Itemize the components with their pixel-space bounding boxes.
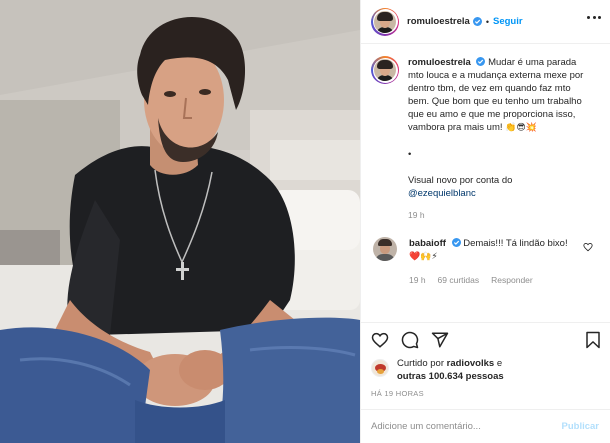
comment-body: Demais!!! Tá lindão bixo! bbox=[463, 238, 568, 249]
share-icon[interactable] bbox=[431, 331, 449, 349]
caption: romuloestrela Mudar é uma parada mto lou… bbox=[371, 56, 601, 222]
caption-time[interactable]: 19 h bbox=[408, 209, 594, 222]
likes-others[interactable]: outras 100.634 pessoas bbox=[397, 371, 504, 382]
comment-item: babaioff Demais!!! Tá lindão bixo! ❤️🙌⚡ … bbox=[371, 237, 601, 287]
bookmark-icon[interactable] bbox=[585, 331, 601, 349]
publish-button[interactable]: Publicar bbox=[562, 421, 600, 432]
instagram-post: romuloestrela • Seguir romuloestrela Mud… bbox=[0, 0, 610, 443]
comments-section: romuloestrela Mudar é uma parada mto lou… bbox=[361, 44, 610, 322]
caption-text: romuloestrela Mudar é uma parada mto lou… bbox=[408, 56, 594, 222]
post-image bbox=[0, 0, 360, 443]
comment-time[interactable]: 19 h bbox=[409, 274, 426, 287]
comment-meta: 19 h 69 curtidas Responder bbox=[409, 274, 569, 287]
post-photo[interactable] bbox=[0, 0, 360, 443]
commenter-avatar[interactable] bbox=[373, 237, 397, 261]
comment-input[interactable] bbox=[371, 421, 551, 432]
comment-text: babaioff Demais!!! Tá lindão bixo! ❤️🙌⚡ … bbox=[409, 237, 569, 287]
verified-badge-icon bbox=[472, 17, 482, 26]
likes-conjunction: e bbox=[496, 358, 503, 369]
caption-author-avatar[interactable] bbox=[371, 56, 399, 84]
comment-like-heart-icon[interactable] bbox=[583, 242, 593, 252]
verified-badge-icon bbox=[476, 57, 486, 66]
heart-icon[interactable] bbox=[371, 331, 389, 349]
post-panel: romuloestrela • Seguir romuloestrela Mud… bbox=[360, 0, 610, 443]
caption-mention[interactable]: @ezequielblanc bbox=[408, 187, 594, 200]
separator-dot: • bbox=[485, 16, 489, 27]
post-header: romuloestrela • Seguir bbox=[361, 0, 610, 44]
action-bar bbox=[371, 323, 601, 357]
reply-button[interactable]: Responder bbox=[491, 274, 533, 287]
caption-bullet: • bbox=[408, 149, 412, 160]
commenter-username[interactable]: babaioff bbox=[409, 238, 446, 249]
liker-avatar[interactable] bbox=[371, 359, 389, 377]
caption-username[interactable]: romuloestrela bbox=[408, 57, 471, 68]
more-options-icon[interactable] bbox=[587, 16, 601, 20]
caption-credit: Visual novo por conta do bbox=[408, 175, 513, 186]
likes-text: Curtido por radiovolks e outras 100.634 … bbox=[397, 357, 504, 383]
post-age[interactable]: HÁ 19 HORAS bbox=[371, 389, 601, 398]
caption-body: Mudar é uma parada mto louca e a mudança… bbox=[408, 57, 584, 133]
liker-username[interactable]: radiovolks bbox=[447, 358, 495, 369]
likes-summary: Curtido por radiovolks e outras 100.634 … bbox=[371, 357, 601, 383]
comment-likes[interactable]: 69 curtidas bbox=[438, 274, 480, 287]
author-username[interactable]: romuloestrela bbox=[407, 16, 470, 27]
likes-prefix: Curtido por bbox=[397, 358, 444, 369]
caption-emojis: 👏😎💥 bbox=[505, 123, 537, 133]
comment-composer: Publicar bbox=[361, 409, 610, 443]
post-actions-area: Curtido por radiovolks e outras 100.634 … bbox=[361, 322, 610, 409]
follow-button[interactable]: Seguir bbox=[493, 16, 523, 27]
comment-icon[interactable] bbox=[401, 331, 419, 349]
verified-badge-icon bbox=[451, 238, 461, 247]
comment-emojis: ❤️🙌⚡ bbox=[409, 252, 438, 262]
author-avatar[interactable] bbox=[371, 7, 399, 36]
